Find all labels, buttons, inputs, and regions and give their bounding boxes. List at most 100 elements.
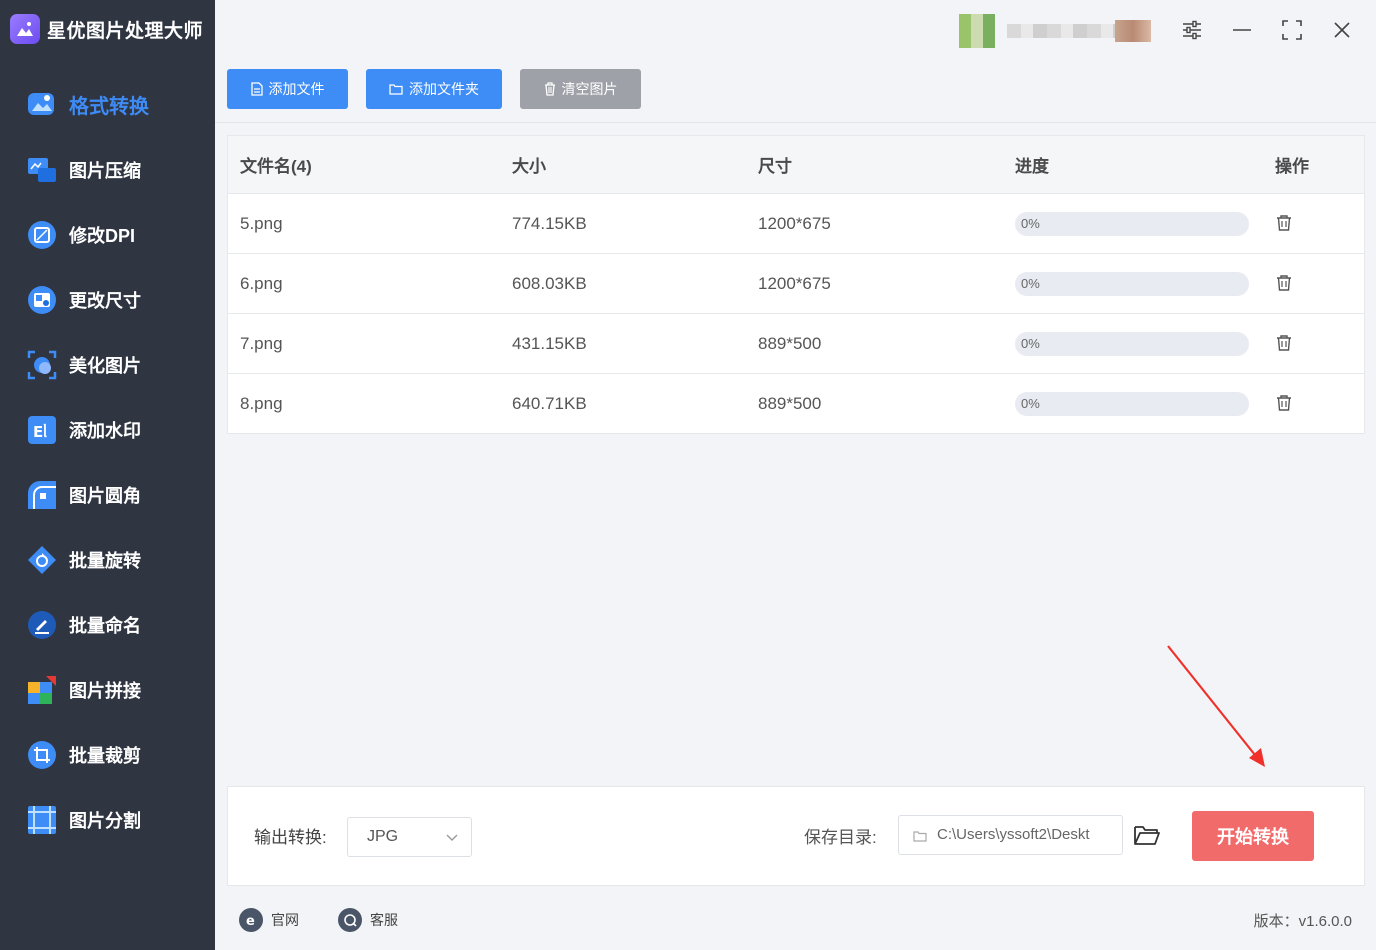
progress-text: 0% [1021,276,1040,291]
sidebar-item-label: 批量旋转 [69,550,141,571]
rounded-corner-icon [26,479,58,511]
clear-images-button[interactable]: 清空图片 [520,69,641,109]
toolbar-divider [215,122,1376,123]
settings-button[interactable] [1177,14,1207,46]
cell-size: 608.03KB [512,274,587,293]
footer: e 官网 客服 版本：v1.6.0.0 [215,893,1376,950]
delete-row-button[interactable] [1275,274,1295,294]
website-link[interactable]: e 官网 [239,907,299,933]
maximize-button[interactable] [1277,14,1307,46]
minimize-button[interactable] [1227,14,1257,46]
table-row[interactable]: 8.png 640.71KB 889*500 0% [228,374,1364,434]
sidebar-item-dpi[interactable]: 修改DPI [0,202,215,267]
browse-folder-button[interactable] [1133,823,1161,849]
delete-row-button[interactable] [1275,394,1295,414]
cell-filename: 8.png [240,394,283,413]
customer-service-link[interactable]: 客服 [338,907,398,933]
cell-filename: 7.png [240,334,283,353]
sidebar-item-label: 批量命名 [69,615,141,636]
trash-icon [1277,275,1291,291]
chevron-down-icon [446,834,458,841]
sidebar-item-rename[interactable]: 批量命名 [0,592,215,657]
chat-icon [338,908,362,932]
sidebar-item-rounded-corner[interactable]: 图片圆角 [0,462,215,527]
cell-dimensions: 1200*675 [758,214,831,233]
save-path-input[interactable]: C:\Users\yssoft2\Deskt [898,815,1123,855]
beautify-icon [26,349,58,381]
sidebar-item-label: 图片圆角 [69,485,141,506]
progress-bar: 0% [1015,272,1249,296]
start-convert-button[interactable]: 开始转换 [1192,811,1314,861]
close-icon [1334,22,1350,38]
sidebar-item-label: 格式转换 [69,96,149,118]
svg-text:e: e [246,914,255,927]
header-filename: 文件名(4) [240,157,312,176]
progress-bar: 0% [1015,332,1249,356]
table-row[interactable]: 7.png 431.15KB 889*500 0% [228,314,1364,374]
save-path-text: C:\Users\yssoft2\Deskt [937,826,1090,843]
output-format-value: JPG [367,828,399,845]
add-file-button[interactable]: 添加文件 [227,69,348,109]
sidebar-item-beautify[interactable]: 美化图片 [0,332,215,397]
sidebar-item-puzzle[interactable]: 图片拼接 [0,657,215,722]
svg-text:Eᥣ: Eᥣ [33,423,47,441]
open-folder-icon [1134,826,1160,845]
minimize-icon [1233,29,1251,31]
delete-row-button[interactable] [1275,334,1295,354]
progress-bar: 0% [1015,212,1249,236]
sidebar-item-label: 修改DPI [69,225,136,246]
red-arrow-annotation [1167,645,1265,767]
app-logo-icon [10,14,40,44]
progress-text: 0% [1021,396,1040,411]
main-area: 添加文件 添加文件夹 清空图片 文件名(4) 大小 尺寸 进度 操作 5.png… [215,0,1376,950]
header-size: 大小 [512,157,546,176]
header-progress: 进度 [1015,157,1049,176]
sliders-icon [1183,20,1201,40]
table-header: 文件名(4) 大小 尺寸 进度 操作 [228,136,1364,194]
cell-filename: 5.png [240,214,283,233]
user-account[interactable] [959,14,1153,48]
trash-icon [544,82,556,96]
table-row[interactable]: 6.png 608.03KB 1200*675 0% [228,254,1364,314]
file-table: 文件名(4) 大小 尺寸 进度 操作 5.png 774.15KB 1200*6… [227,135,1365,434]
puzzle-icon [26,674,58,706]
cell-size: 431.15KB [512,334,587,353]
sidebar-item-label: 更改尺寸 [69,290,141,311]
username-blurred [1007,20,1151,42]
sidebar-item-label: 美化图片 [69,355,141,376]
sidebar-item-label: 图片压缩 [69,160,141,181]
split-icon [26,804,58,836]
image-convert-icon [26,89,58,121]
title-bar [215,0,1376,60]
sidebar-item-resize[interactable]: 更改尺寸 [0,267,215,332]
output-format-select[interactable]: JPG [347,817,472,857]
sidebar-item-label: 图片拼接 [69,680,141,701]
cell-dimensions: 889*500 [758,394,822,413]
output-format-label: 输出转换: [254,828,327,847]
header-action: 操作 [1275,157,1309,176]
sidebar-item-format-convert[interactable]: 格式转换 [0,72,215,137]
sidebar-item-crop[interactable]: 批量裁剪 [0,722,215,787]
add-folder-button[interactable]: 添加文件夹 [366,69,502,109]
sidebar-item-split[interactable]: 图片分割 [0,787,215,852]
dpi-icon [26,219,58,251]
header-dimensions: 尺寸 [758,157,792,176]
sidebar-item-compress[interactable]: 图片压缩 [0,137,215,202]
table-body: 5.png 774.15KB 1200*675 0% 6.png 608.03K… [228,194,1364,434]
sidebar-item-watermark[interactable]: Eᥣ 添加水印 [0,397,215,462]
cell-size: 774.15KB [512,214,587,233]
table-row[interactable]: 5.png 774.15KB 1200*675 0% [228,194,1364,254]
sidebar-nav: 格式转换 图片压缩 修改DPI 更改尺寸 美化图片 Eᥣ 添加水印 图片圆角 批… [0,72,215,852]
rename-icon [26,609,58,641]
progress-bar: 0% [1015,392,1249,416]
folder-icon [389,83,403,95]
file-icon [250,82,263,96]
trash-icon [1277,215,1291,231]
rotate-icon [26,544,58,576]
delete-row-button[interactable] [1275,214,1295,234]
sidebar-item-label: 添加水印 [69,420,141,441]
trash-icon [1277,335,1291,351]
close-button[interactable] [1327,14,1357,46]
sidebar-item-rotate[interactable]: 批量旋转 [0,527,215,592]
watermark-icon: Eᥣ [26,414,58,446]
